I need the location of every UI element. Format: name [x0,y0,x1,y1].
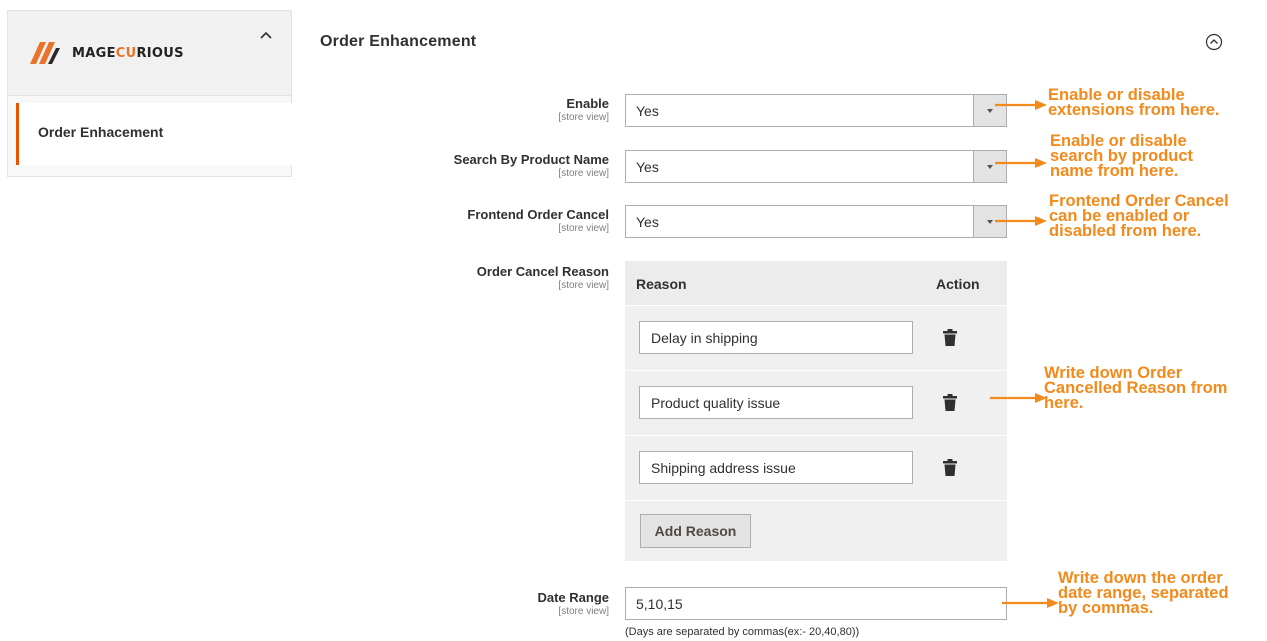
annotation-arrow-icon [990,393,1047,403]
trash-icon[interactable] [943,459,957,476]
annotation-arrow-icon [995,100,1047,110]
table-row: Product quality issue [625,372,1007,436]
annotation-search: Enable or disable search by product name… [1050,132,1194,180]
search-by-product-label: Search By Product Name [store view] [453,152,609,179]
trash-icon[interactable] [943,329,957,346]
reason-input[interactable]: Shipping address issue [639,451,913,484]
reasons-table-header: Reason Action [625,261,1007,306]
magecurious-logo: MAGECURIOUS [30,37,184,69]
frontend-order-cancel-select[interactable]: Yes [625,205,1007,238]
trash-icon[interactable] [943,394,957,411]
sidebar-item-order-enhancement[interactable]: Order Enhacement [16,103,292,165]
reason-column-header: Reason [636,276,687,292]
action-column-header: Action [936,276,980,292]
reason-input[interactable]: Delay in shipping [639,321,913,354]
table-row: Shipping address issue [625,437,1007,501]
annotation-reason: Write down Order Cancelled Reason from h… [1044,364,1228,412]
frontend-order-cancel-label: Frontend Order Cancel [store view] [467,207,609,234]
sidebar: MAGECURIOUS Order Enhacement [7,10,292,177]
search-by-product-select[interactable]: Yes [625,150,1007,183]
date-range-input[interactable]: 5,10,15 [625,587,1007,620]
logo-text: MAGECURIOUS [72,45,184,61]
annotation-arrow-icon [1002,598,1059,608]
reasons-table: Reason Action Delay in shipping Product … [625,261,1007,561]
collapse-circle-icon[interactable] [1205,33,1223,51]
logo-mark-icon [30,42,60,64]
enable-select[interactable]: Yes [625,94,1007,127]
annotation-enable: Enable or disable extensions from here. [1048,86,1220,119]
section-title[interactable]: Order Enhancement [320,33,476,51]
annotation-arrow-icon [995,158,1047,168]
date-range-note: (Days are separated by commas(ex:- 20,40… [625,626,860,638]
sidebar-header[interactable]: MAGECURIOUS [8,11,291,96]
reason-input[interactable]: Product quality issue [639,386,913,419]
sidebar-item-label: Order Enhacement [38,124,164,140]
annotation-arrow-icon [995,216,1047,226]
annotation-date: Write down the order date range, separat… [1058,569,1229,617]
chevron-up-icon[interactable] [259,29,273,43]
add-reason-button[interactable]: Add Reason [640,514,751,548]
annotation-cancel: Frontend Order Cancel can be enabled or … [1049,192,1229,240]
table-row: Delay in shipping [625,307,1007,371]
order-cancel-reason-label: Order Cancel Reason [store view] [476,264,609,291]
date-range-label: Date Range [store view] [537,590,609,617]
enable-label: Enable [store view] [558,96,609,123]
